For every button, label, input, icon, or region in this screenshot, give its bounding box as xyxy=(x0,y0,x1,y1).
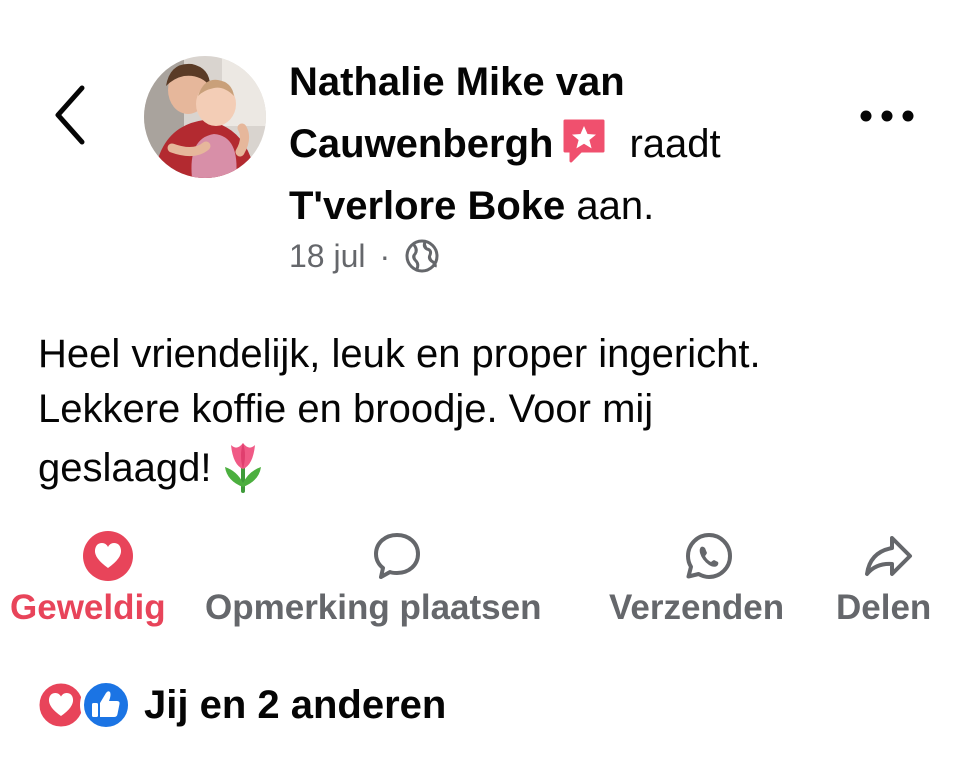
like-reaction-icon xyxy=(80,680,132,730)
back-button[interactable] xyxy=(48,82,94,148)
post-meta: 18 jul · xyxy=(289,234,440,278)
share-icon xyxy=(865,536,912,576)
love-reaction-button[interactable]: Geweldig xyxy=(10,530,186,630)
post-text: Heel vriendelijk, leuk en proper ingeric… xyxy=(38,332,761,490)
recommendation-badge-icon xyxy=(561,117,607,165)
profile-photo xyxy=(144,56,266,178)
chevron-left-icon xyxy=(55,85,85,145)
send-label: Verzenden xyxy=(609,588,785,627)
post-date[interactable]: 18 jul xyxy=(289,238,366,275)
more-options-button[interactable] xyxy=(856,100,918,132)
heart-icon xyxy=(83,531,133,581)
share-button[interactable]: Delen xyxy=(836,530,944,630)
comment-label: Opmerking plaatsen xyxy=(205,588,542,627)
love-reaction-icon xyxy=(36,680,86,730)
avatar[interactable] xyxy=(144,56,266,178)
reactions-count: Jij en 2 anderen xyxy=(144,682,447,727)
recommend-verb: raadt xyxy=(629,122,721,166)
post-header: Nathalie Mike van Cauwenbergh raadt T've… xyxy=(289,51,809,237)
send-button[interactable]: Verzenden xyxy=(609,530,811,630)
page-name[interactable]: T'verlore Boke xyxy=(289,184,565,228)
meta-separator: · xyxy=(379,237,391,274)
share-label: Delen xyxy=(836,588,932,627)
comment-icon xyxy=(374,533,420,579)
whatsapp-icon xyxy=(686,533,732,579)
post-body: Heel vriendelijk, leuk en proper ingeric… xyxy=(38,327,938,496)
more-horizontal-icon xyxy=(860,110,914,122)
love-reaction-label: Geweldig xyxy=(10,588,166,627)
tulip-emoji xyxy=(219,437,267,493)
reactions-summary[interactable]: Jij en 2 anderen xyxy=(36,678,446,732)
globe-icon xyxy=(404,238,440,274)
reaction-icons xyxy=(36,680,132,730)
recommend-suffix: aan. xyxy=(576,184,655,228)
comment-button[interactable]: Opmerking plaatsen xyxy=(205,530,587,630)
